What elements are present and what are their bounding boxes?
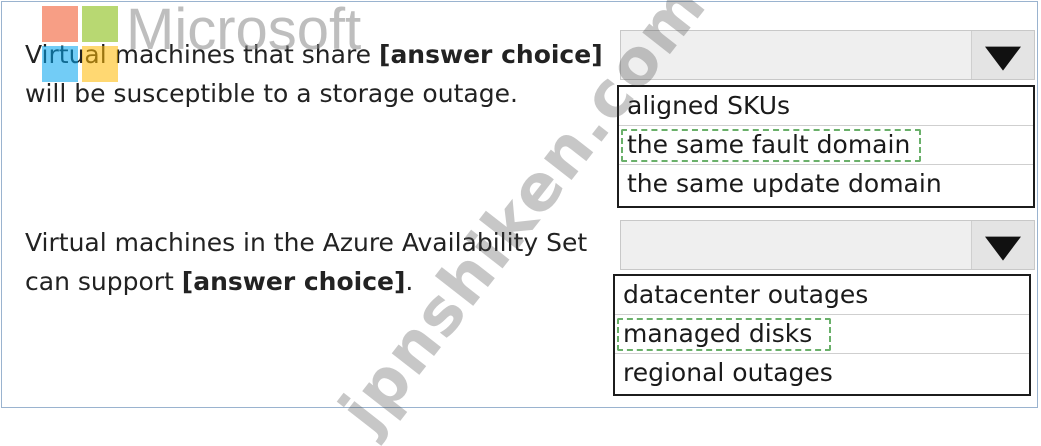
dropdown-1-options: aligned SKUs the same fault domain the s… bbox=[617, 85, 1035, 208]
answer-dropdown-2[interactable] bbox=[620, 220, 1035, 270]
question-2-text: Virtual machines in the Azure Availabili… bbox=[25, 223, 587, 301]
question-2-line1: Virtual machines in the Azure Availabili… bbox=[25, 228, 588, 257]
option-regional-outages[interactable]: regional outages bbox=[615, 354, 1029, 393]
chevron-down-icon bbox=[985, 236, 1021, 261]
option-same-fault-domain[interactable]: the same fault domain bbox=[619, 126, 1033, 165]
question-2-line2: can support bbox=[25, 267, 182, 296]
answer-choice-placeholder: [answer choice] bbox=[181, 267, 406, 296]
chevron-down-icon bbox=[985, 46, 1021, 71]
dropdown-2-options: datacenter outages managed disks regiona… bbox=[613, 274, 1031, 396]
answer-choice-placeholder: [answer choice] bbox=[379, 40, 603, 69]
dropdown-toggle-button[interactable] bbox=[971, 221, 1034, 269]
option-managed-disks[interactable]: managed disks bbox=[615, 315, 1029, 354]
option-same-update-domain[interactable]: the same update domain bbox=[619, 165, 1033, 204]
logo-text: Microsoft bbox=[126, 0, 362, 62]
option-aligned-skus[interactable]: aligned SKUs bbox=[619, 87, 1033, 126]
answer-dropdown-1[interactable] bbox=[620, 30, 1035, 80]
dropdown-toggle-button[interactable] bbox=[971, 31, 1034, 79]
option-datacenter-outages[interactable]: datacenter outages bbox=[615, 276, 1029, 315]
